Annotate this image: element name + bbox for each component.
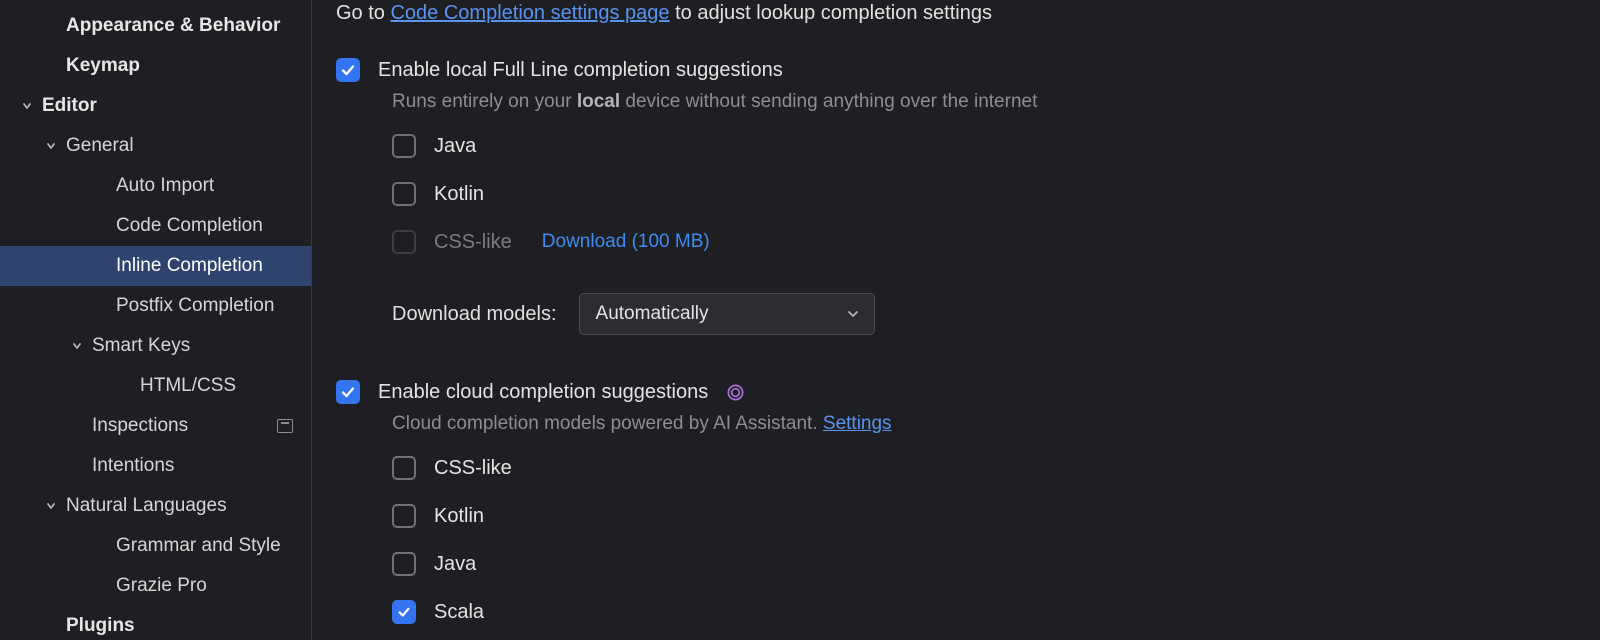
sidebar-item-label: Inspections bbox=[92, 415, 188, 437]
sidebar-item-label: General bbox=[66, 135, 134, 157]
hint-post: to adjust lookup completion settings bbox=[670, 2, 992, 24]
cloud-desc: Cloud completion models powered by AI As… bbox=[392, 413, 1600, 435]
local-kotlin-label: Kotlin bbox=[434, 183, 484, 206]
sidebar-item-label: HTML/CSS bbox=[140, 375, 236, 397]
sidebar-item-label: Auto Import bbox=[116, 175, 214, 197]
code-completion-settings-link[interactable]: Code Completion settings page bbox=[390, 2, 669, 24]
sidebar-item-keymap[interactable]: Keymap bbox=[0, 46, 311, 86]
download-models-value: Automatically bbox=[596, 303, 709, 325]
ai-assistant-icon bbox=[726, 383, 745, 402]
local-csslike-label: CSS-like bbox=[434, 231, 512, 254]
sidebar-item-label: Grazie Pro bbox=[116, 575, 207, 597]
chevron-down-icon bbox=[20, 99, 42, 113]
sidebar-item-label: Editor bbox=[42, 95, 97, 117]
sidebar-item-label: Smart Keys bbox=[92, 335, 190, 357]
hint-pre: Go to bbox=[336, 2, 390, 24]
local-java-label: Java bbox=[434, 135, 476, 158]
sidebar-item-smart-keys[interactable]: Smart Keys bbox=[0, 326, 311, 366]
download-csslike-link[interactable]: Download (100 MB) bbox=[542, 231, 710, 253]
sidebar-item-inspections[interactable]: Inspections bbox=[0, 406, 311, 446]
sidebar-item-label: Postfix Completion bbox=[116, 295, 274, 317]
sidebar-item-code-completion[interactable]: Code Completion bbox=[0, 206, 311, 246]
sidebar-item-auto-import[interactable]: Auto Import bbox=[0, 166, 311, 206]
chevron-down-icon bbox=[846, 307, 860, 321]
chevron-down-icon bbox=[44, 499, 66, 513]
sidebar-item-label: Inline Completion bbox=[116, 255, 263, 277]
sidebar-item-intentions[interactable]: Intentions bbox=[0, 446, 311, 486]
enable-cloud-label: Enable cloud completion suggestions bbox=[378, 381, 708, 404]
cloud-settings-link[interactable]: Settings bbox=[823, 413, 892, 434]
settings-content: Go to Code Completion settings page to a… bbox=[312, 0, 1600, 640]
sidebar-item-label: Grammar and Style bbox=[116, 535, 281, 557]
cloud-kotlin-label: Kotlin bbox=[434, 505, 484, 528]
enable-cloud-checkbox[interactable] bbox=[336, 380, 360, 404]
hint-line: Go to Code Completion settings page to a… bbox=[336, 0, 1600, 25]
sidebar-item-grammar-and-style[interactable]: Grammar and Style bbox=[0, 526, 311, 566]
local-desc: Runs entirely on your local device witho… bbox=[392, 91, 1600, 113]
sidebar-item-grazie-pro[interactable]: Grazie Pro bbox=[0, 566, 311, 606]
sidebar-item-label: Intentions bbox=[92, 455, 174, 477]
cloud-csslike-checkbox[interactable] bbox=[392, 456, 416, 480]
cloud-csslike-label: CSS-like bbox=[434, 457, 512, 480]
chevron-down-icon bbox=[70, 339, 92, 353]
download-models-label: Download models: bbox=[392, 303, 557, 326]
sidebar-item-label: Appearance & Behavior bbox=[66, 15, 280, 37]
chevron-down-icon bbox=[44, 139, 66, 153]
profile-tag-icon bbox=[277, 419, 293, 433]
sidebar-item-plugins[interactable]: Plugins bbox=[0, 606, 311, 640]
local-java-checkbox[interactable] bbox=[392, 134, 416, 158]
cloud-java-label: Java bbox=[434, 553, 476, 576]
sidebar-item-label: Code Completion bbox=[116, 215, 263, 237]
download-models-select[interactable]: Automatically bbox=[579, 293, 875, 335]
enable-local-fullline-checkbox[interactable] bbox=[336, 58, 360, 82]
cloud-java-checkbox[interactable] bbox=[392, 552, 416, 576]
sidebar-item-general[interactable]: General bbox=[0, 126, 311, 166]
local-csslike-checkbox bbox=[392, 230, 416, 254]
settings-sidebar: Appearance & Behavior Keymap Editor General… bbox=[0, 0, 312, 640]
sidebar-item-editor[interactable]: Editor bbox=[0, 86, 311, 126]
sidebar-item-inline-completion[interactable]: Inline Completion bbox=[0, 246, 311, 286]
sidebar-item-label: Natural Languages bbox=[66, 495, 227, 517]
sidebar-item-natural-languages[interactable]: Natural Languages bbox=[0, 486, 311, 526]
sidebar-item-postfix-completion[interactable]: Postfix Completion bbox=[0, 286, 311, 326]
sidebar-item-label: Plugins bbox=[66, 615, 135, 637]
cloud-scala-label: Scala bbox=[434, 601, 484, 624]
enable-local-fullline-label: Enable local Full Line completion sugges… bbox=[378, 59, 783, 82]
sidebar-item-html-css[interactable]: HTML/CSS bbox=[0, 366, 311, 406]
cloud-kotlin-checkbox[interactable] bbox=[392, 504, 416, 528]
local-kotlin-checkbox[interactable] bbox=[392, 182, 416, 206]
sidebar-item-appearance-behavior[interactable]: Appearance & Behavior bbox=[0, 6, 311, 46]
cloud-scala-checkbox[interactable] bbox=[392, 600, 416, 624]
sidebar-item-label: Keymap bbox=[66, 55, 140, 77]
